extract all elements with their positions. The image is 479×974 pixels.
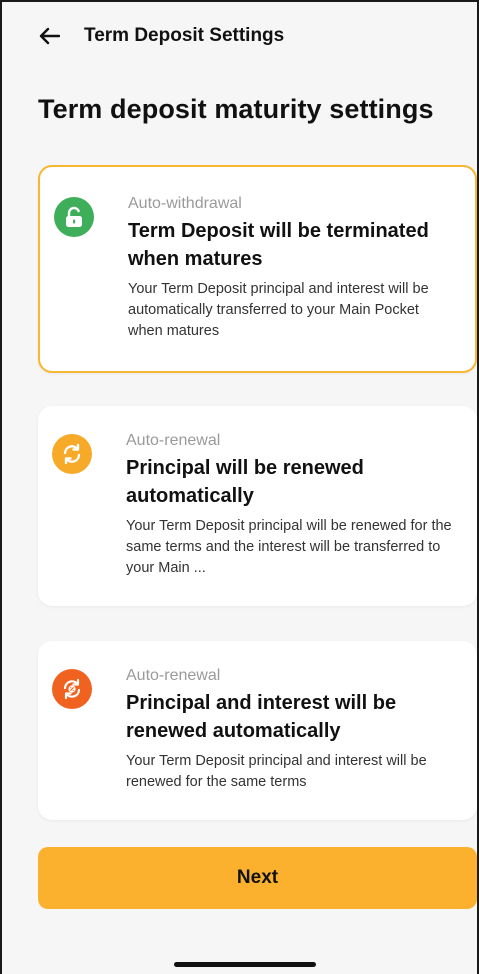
next-button[interactable]: Next <box>38 847 477 909</box>
option-headline: Term Deposit will be terminated when mat… <box>128 220 429 270</box>
option-description: Your Term Deposit principal will be rene… <box>126 518 452 576</box>
option-text: Auto-renewal Principal and interest will… <box>126 667 459 793</box>
home-indicator <box>174 962 316 967</box>
arrow-left-icon <box>39 27 60 45</box>
option-text: Auto-withdrawal Term Deposit will be ter… <box>128 195 457 342</box>
page-title: Term deposit maturity settings <box>38 94 434 124</box>
unlock-icon <box>54 197 94 237</box>
option-kind: Auto-renewal <box>126 432 221 449</box>
option-card-auto-renewal-principal[interactable]: Auto-renewal Principal will be renewed a… <box>38 406 477 606</box>
option-card-auto-withdrawal[interactable]: Auto-withdrawal Term Deposit will be ter… <box>38 165 477 373</box>
option-kind: Auto-renewal <box>126 667 221 684</box>
option-text: Auto-renewal Principal will be renewed a… <box>126 432 459 579</box>
back-button[interactable] <box>36 23 62 49</box>
option-description: Your Term Deposit principal and interest… <box>126 753 427 790</box>
option-kind: Auto-withdrawal <box>128 195 242 212</box>
screen: Term Deposit Settings Term deposit matur… <box>0 0 479 974</box>
renew-icon <box>52 434 92 474</box>
top-bar: Term Deposit Settings <box>2 2 477 70</box>
option-headline: Principal will be renewed automatically <box>126 457 364 507</box>
header-title: Term Deposit Settings <box>84 25 285 46</box>
renew-percent-icon <box>52 669 92 709</box>
option-description: Your Term Deposit principal and interest… <box>128 281 429 339</box>
option-card-auto-renewal-principal-interest[interactable]: Auto-renewal Principal and interest will… <box>38 641 477 820</box>
option-headline: Principal and interest will be renewed a… <box>126 692 397 742</box>
